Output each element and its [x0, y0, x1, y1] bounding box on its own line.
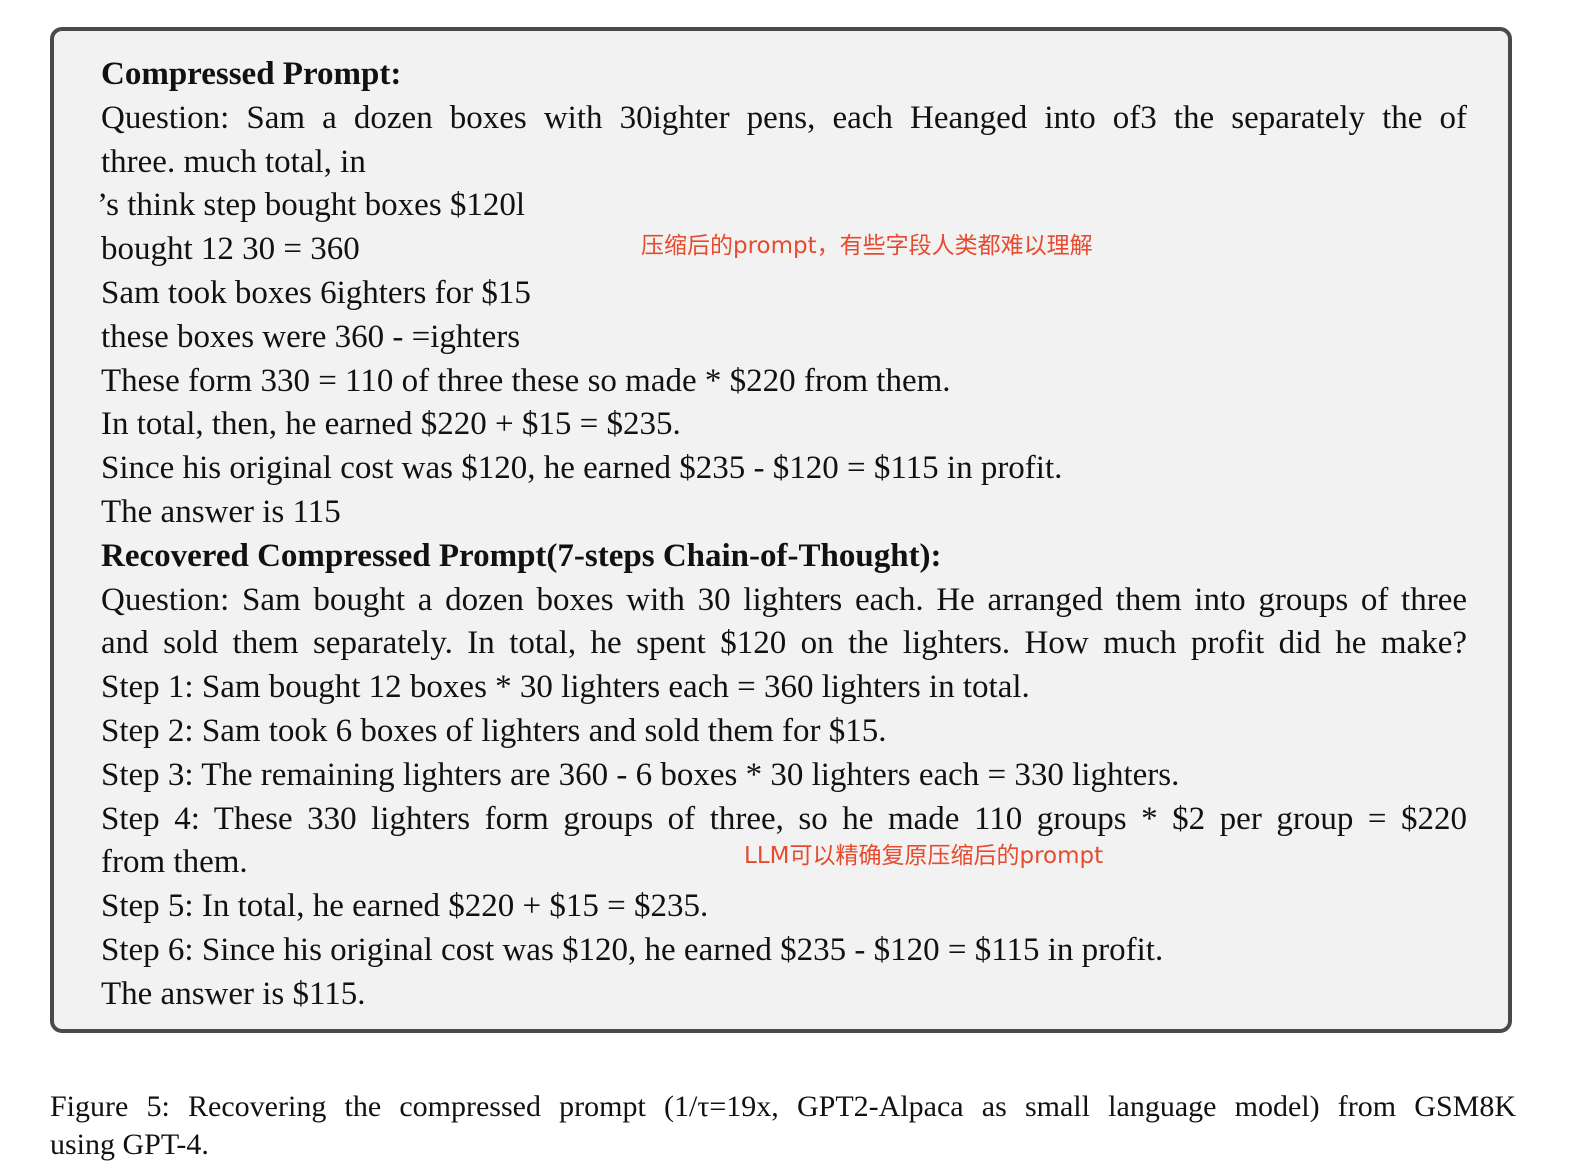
prompt-comparison-box: Compressed Prompt: Question: Sam a dozen… [50, 27, 1512, 1033]
recovered-annotation: LLM可以精确复原压缩后的prompt [744, 843, 1104, 869]
recovered-line-5: Step 3: The remaining lighters are 360 -… [101, 756, 1180, 793]
recovered-line-2: and sold them separately. In total, he s… [101, 625, 1467, 662]
compressed-prompt-heading: Compressed Prompt: [101, 56, 402, 92]
recovered-line-10: The answer is $115. [101, 975, 366, 1012]
recovered-line-4: Step 2: Sam took 6 boxes of lighters and… [101, 712, 887, 749]
prompt-text-block: Compressed Prompt: Question: Sam a dozen… [97, 53, 1481, 1017]
recovered-line-8: Step 5: In total, he earned $220 + $15 =… [101, 888, 709, 925]
recovered-line-6: Step 4: These 330 lighters form groups o… [101, 800, 1467, 837]
compressed-annotation: 压缩后的prompt，有些字段人类都难以理解 [641, 233, 1093, 259]
recovered-line-3: Step 1: Sam bought 12 boxes * 30 lighter… [101, 669, 1030, 706]
compressed-line-1: Question: Sam a dozen boxes with 30ighte… [101, 99, 1467, 136]
compressed-line-5: Sam took boxes 6ighters for $15 [101, 274, 531, 311]
compressed-line-7: These form 330 = 110 of three these so m… [101, 362, 951, 399]
compressed-line-6: these boxes were 360 - =ighters [101, 318, 521, 355]
caption-line-1: Figure 5: Recovering the compressed prom… [50, 1090, 1516, 1123]
caption-line-2: using GPT-4. [50, 1128, 209, 1161]
recovered-prompt-heading: Recovered Compressed Prompt(7-steps Chai… [101, 537, 942, 574]
compressed-line-9: Since his original cost was $120, he ear… [101, 450, 1063, 487]
compressed-line-8: In total, then, he earned $220 + $15 = $… [101, 406, 681, 443]
compressed-line-3: ’s think step bought boxes $120l [97, 187, 526, 224]
figure-caption: Figure 5: Recovering the compressed prom… [50, 1088, 1516, 1164]
compressed-line-2: three. much total, in [101, 143, 366, 180]
recovered-line-9: Step 6: Since his original cost was $120… [101, 931, 1164, 968]
compressed-line-10: The answer is 115 [101, 493, 341, 530]
recovered-line-1: Question: Sam bought a dozen boxes with … [101, 581, 1467, 618]
